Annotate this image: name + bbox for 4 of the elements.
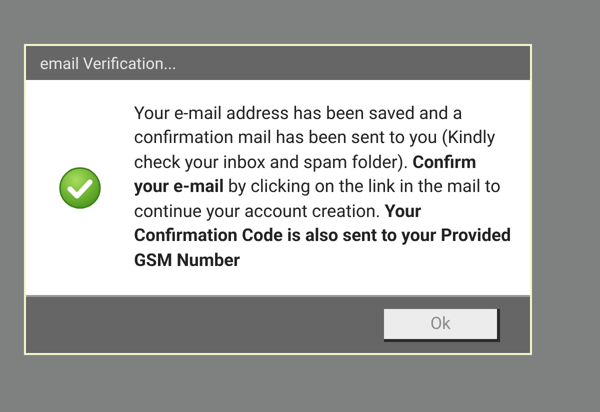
message-text: Your e-mail address has been saved and a confirmation mail has been sent to you (Kindly check your inbox and spam folder). Confirm your e-mail by clicking on the link in the mail to continue your account creation. Your Confirmation Code is also sent to your Provided GSM Number <box>134 102 512 273</box>
check-icon <box>58 166 102 210</box>
dialog-title: email Verification... <box>26 46 530 80</box>
ok-button[interactable]: Ok <box>384 308 500 342</box>
